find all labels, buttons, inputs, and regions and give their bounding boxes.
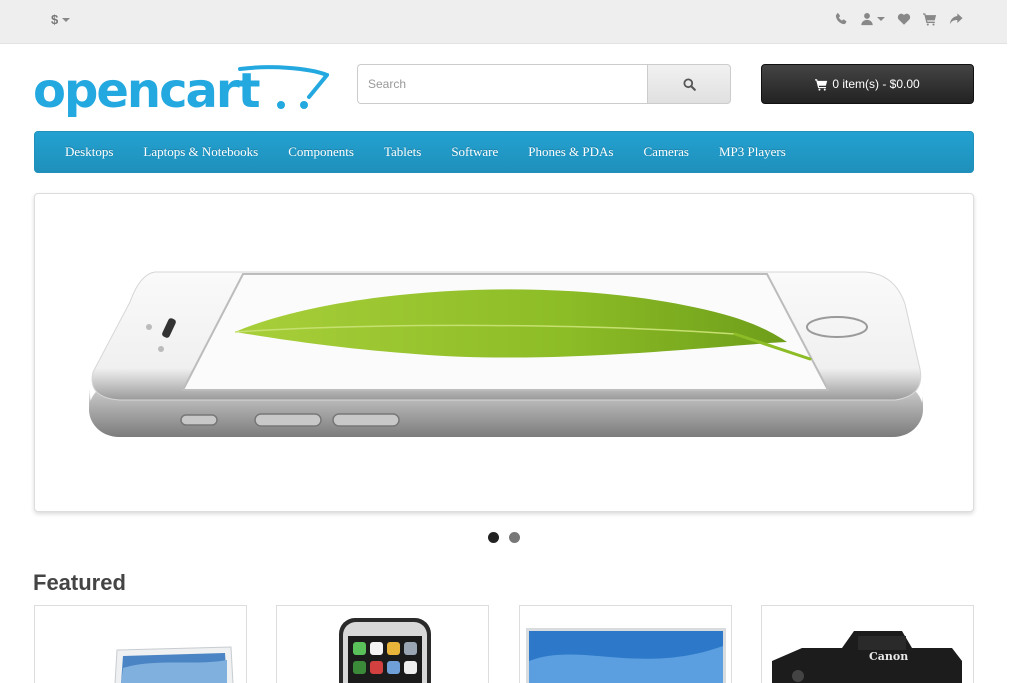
featured-heading: Featured <box>33 570 126 595</box>
account-dropdown[interactable] <box>860 12 885 26</box>
product-image-camera: Canon <box>772 631 962 683</box>
search-bar <box>357 64 731 104</box>
slide-image-phone <box>89 271 924 437</box>
logo-text: opencart <box>33 63 260 119</box>
search-button[interactable] <box>647 64 731 104</box>
product-image-laptop <box>114 646 234 683</box>
phone-icon[interactable] <box>834 12 848 26</box>
menu-item-components[interactable]: Components <box>273 144 369 160</box>
menu-item-cameras[interactable]: Cameras <box>629 144 704 160</box>
slideshow-pagination <box>488 532 520 543</box>
currency-dropdown[interactable]: $ <box>51 12 71 27</box>
search-input[interactable] <box>357 64 647 104</box>
top-bar: $ <box>0 0 1007 44</box>
product-card-laptop[interactable] <box>34 605 247 683</box>
camera-brand-label: Canon <box>869 650 908 663</box>
shopping-cart-icon[interactable] <box>923 12 937 26</box>
logo[interactable]: opencart <box>33 63 331 123</box>
chevron-down-icon <box>877 17 885 21</box>
menu-item-software[interactable]: Software <box>436 144 513 160</box>
main-menu: Desktops Laptops & Notebooks Components … <box>34 131 974 173</box>
menu-item-laptops-notebooks[interactable]: Laptops & Notebooks <box>128 144 273 160</box>
cart-total: 0 item(s) - $0.00 <box>832 77 920 91</box>
currency-symbol: $ <box>51 12 59 27</box>
top-links <box>834 12 963 26</box>
cart-button[interactable]: 0 item(s) - $0.00 <box>761 64 974 104</box>
product-image-monitor <box>526 628 726 683</box>
shopping-cart-icon <box>815 78 828 91</box>
product-image-iphone <box>339 618 431 683</box>
slideshow[interactable] <box>34 193 974 512</box>
share-icon[interactable] <box>949 12 963 26</box>
heart-icon[interactable] <box>897 12 911 26</box>
product-card-camera[interactable]: Canon <box>761 605 974 683</box>
slide-dot-1[interactable] <box>488 532 499 543</box>
user-icon <box>861 13 873 26</box>
slide-dot-2[interactable] <box>509 532 520 543</box>
product-card-monitor[interactable] <box>519 605 732 683</box>
menu-item-desktops[interactable]: Desktops <box>50 144 128 160</box>
chevron-down-icon <box>62 17 71 22</box>
menu-item-tablets[interactable]: Tablets <box>369 144 436 160</box>
menu-item-mp3-players[interactable]: MP3 Players <box>704 144 801 160</box>
menu-item-phones-pdas[interactable]: Phones & PDAs <box>513 144 628 160</box>
search-icon <box>682 77 696 91</box>
product-card-iphone[interactable] <box>276 605 489 683</box>
